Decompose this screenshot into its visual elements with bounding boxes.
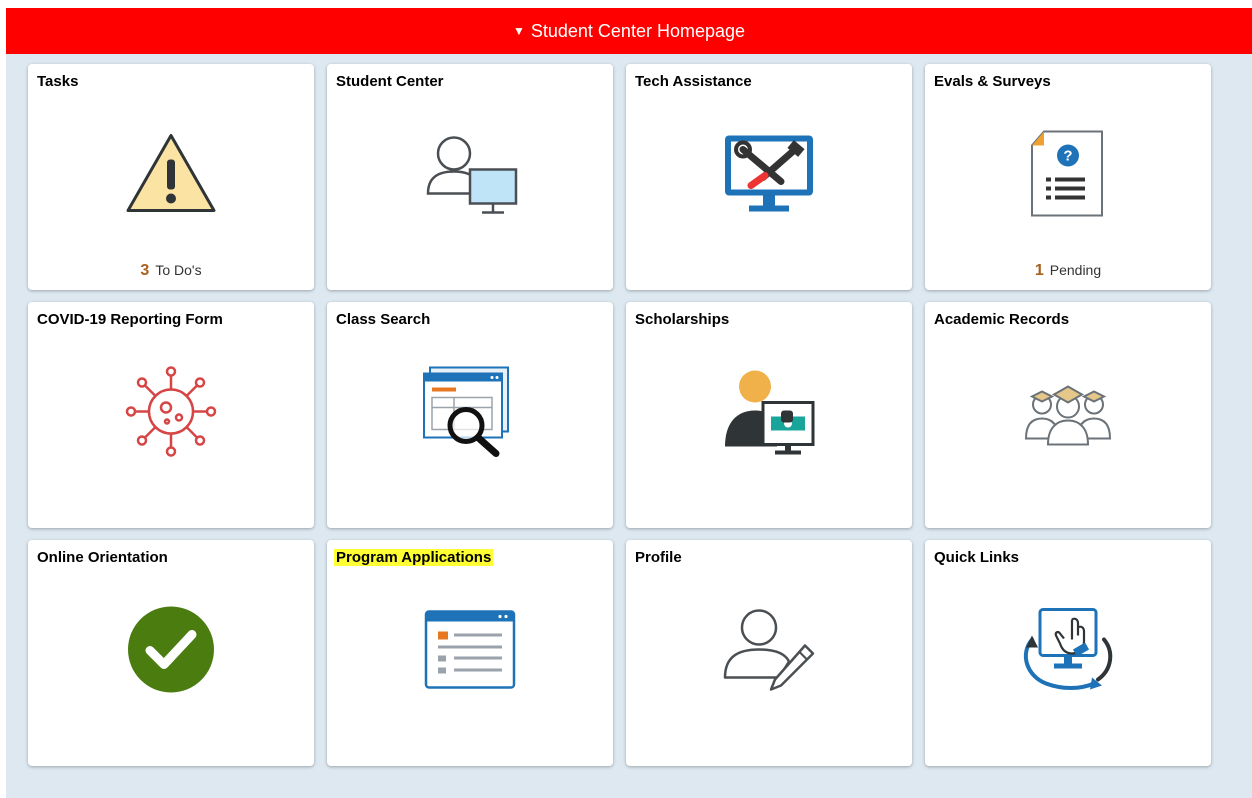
student-computer-icon xyxy=(418,132,522,221)
survey-document-icon: ? xyxy=(1030,130,1106,223)
tile-program-applications[interactable]: Program Applications xyxy=(327,540,613,766)
homepage-title: Student Center Homepage xyxy=(530,20,746,41)
tile-grid: Tasks 3 To Do's Student Center Tech Assi… xyxy=(28,64,1211,766)
tile-title: Academic Records xyxy=(934,311,1070,328)
tile-covid19-reporting-form[interactable]: COVID-19 Reporting Form xyxy=(28,302,314,528)
tile-title: COVID-19 Reporting Form xyxy=(37,311,223,328)
tile-profile[interactable]: Profile xyxy=(626,540,912,766)
tile-title: Class Search xyxy=(336,311,431,328)
tile-evals-surveys[interactable]: Evals & Surveys ? 1 Pending xyxy=(925,64,1211,290)
caret-down-icon: ▼ xyxy=(512,24,525,38)
tasks-count: 3 To Do's xyxy=(28,262,314,280)
tile-title: Student Center xyxy=(336,73,444,90)
count-label: To Do's xyxy=(155,262,202,278)
tile-title: Quick Links xyxy=(934,549,1020,566)
virus-icon xyxy=(121,364,221,465)
tile-tech-assistance[interactable]: Tech Assistance xyxy=(626,64,912,290)
tile-class-search[interactable]: Class Search xyxy=(327,302,613,528)
monitor-click-icon xyxy=(1018,606,1118,699)
scholarship-icon xyxy=(719,367,819,462)
tile-title: Evals & Surveys xyxy=(934,73,1051,90)
tile-online-orientation[interactable]: Online Orientation xyxy=(28,540,314,766)
search-window-icon xyxy=(420,364,520,465)
svg-text:?: ? xyxy=(1063,148,1072,165)
tile-student-center[interactable]: Student Center xyxy=(327,64,613,290)
application-form-icon xyxy=(424,610,516,695)
tile-tasks[interactable]: Tasks 3 To Do's xyxy=(28,64,314,290)
count-label: Pending xyxy=(1049,262,1102,278)
tile-title: Tasks xyxy=(37,73,79,90)
tile-quick-links[interactable]: Quick Links xyxy=(925,540,1211,766)
count-number: 3 xyxy=(140,262,150,279)
tile-title: Program Applications xyxy=(334,549,494,566)
evals-count: 1 Pending xyxy=(925,262,1211,280)
tile-title: Scholarships xyxy=(635,311,730,328)
tile-academic-records[interactable]: Academic Records xyxy=(925,302,1211,528)
tile-title: Profile xyxy=(635,549,682,566)
tile-scholarships[interactable]: Scholarships xyxy=(626,302,912,528)
warning-icon xyxy=(125,132,217,221)
homepage-container: ▼ Student Center Homepage Tasks 3 To Do's… xyxy=(6,8,1252,798)
tools-monitor-icon xyxy=(721,132,817,221)
graduates-icon xyxy=(1018,377,1118,452)
checkmark-icon xyxy=(126,605,216,700)
tile-title: Tech Assistance xyxy=(635,73,752,90)
count-number: 1 xyxy=(1034,262,1044,279)
homepage-header[interactable]: ▼ Student Center Homepage xyxy=(6,8,1252,54)
tile-title: Online Orientation xyxy=(37,549,168,566)
profile-edit-icon xyxy=(719,606,819,699)
